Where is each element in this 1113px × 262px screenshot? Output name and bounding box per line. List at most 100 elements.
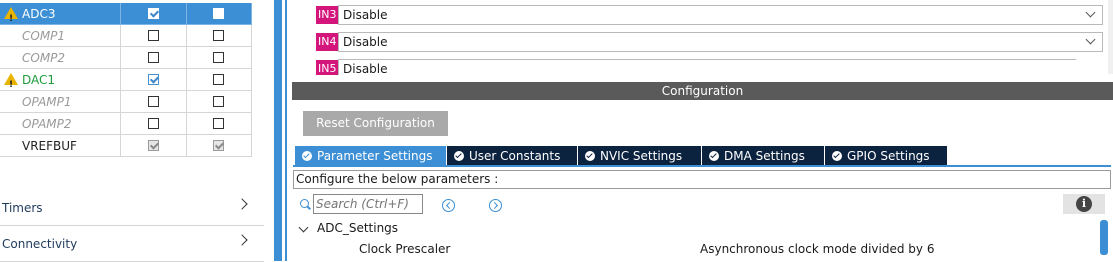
peripheral-panel: ADC3 COMP1 COMP2 DAC1 OPAMP1 OPAM [0,0,264,262]
previous-match-icon[interactable] [442,199,455,212]
check-circle-icon [585,151,595,161]
configuration-header: Configuration [292,82,1113,100]
checkbox[interactable] [147,117,159,129]
chevron-right-icon [236,234,248,246]
checkbox[interactable] [213,29,224,41]
mode-checkbox-cell[interactable] [121,47,187,69]
next-match-icon[interactable] [489,199,502,212]
param-name: Clock Prescaler [359,242,451,256]
select-value: Disable [343,35,388,49]
check-circle-icon [832,151,842,161]
peripheral-name-cell[interactable]: OPAMP1 [0,91,121,113]
category-label: Timers [2,201,43,215]
config-checkbox-cell [187,135,252,157]
mode-checkbox-cell[interactable] [121,91,187,113]
tab-gpio-settings[interactable]: GPIO Settings [825,146,948,166]
section-label: ADC_Settings [317,221,399,235]
reset-configuration-button[interactable]: Reset Configuration [303,111,448,136]
peripheral-label: OPAMP1 [22,95,72,109]
config-checkbox-cell[interactable] [187,69,252,91]
checkbox [147,139,159,151]
checkbox[interactable] [147,29,159,41]
search-input[interactable] [314,195,424,213]
search-icon [300,199,309,208]
tab-nvic-settings[interactable]: NVIC Settings [578,146,702,166]
mode-checkbox-cell[interactable] [121,69,187,91]
peripheral-name-cell[interactable]: COMP1 [0,25,121,47]
select-value: Disable [343,8,388,22]
tab-label: NVIC Settings [600,149,683,163]
peripheral-name-cell[interactable]: OPAMP2 [0,113,121,135]
mode-checkbox-cell [121,135,187,157]
peripheral-name-cell[interactable]: DAC1 [0,69,121,96]
peripheral-row-vrefbuf[interactable]: VREFBUF [0,135,264,157]
tab-label: GPIO Settings [847,149,930,163]
tab-dma-settings[interactable]: DMA Settings [702,146,825,166]
param-value[interactable]: Asynchronous clock mode divided by 6 [700,242,934,256]
mode-scrollbar[interactable] [1108,0,1113,74]
mode-checkbox-cell[interactable] [121,3,187,25]
peripheral-name-cell[interactable]: COMP2 [0,47,121,69]
peripheral-label: OPAMP2 [22,117,72,131]
checkbox[interactable] [213,51,224,63]
category-connectivity[interactable]: Connectivity [0,228,264,262]
panel-divider [285,0,287,261]
channel-badge: IN5 [316,60,339,75]
peripheral-name-cell[interactable]: VREFBUF [0,135,121,157]
peripheral-row-opamp1[interactable]: OPAMP1 [0,91,264,113]
checkbox[interactable] [213,117,224,129]
peripheral-label: VREFBUF [22,139,77,153]
peripheral-label: ADC3 [22,7,56,21]
info-button[interactable]: i [1063,194,1105,214]
peripheral-row-comp2[interactable]: COMP2 [0,47,264,69]
config-scrollbar[interactable] [1100,220,1108,255]
config-checkbox-cell[interactable] [187,113,252,135]
input-row-in3: IN3 Disable [316,5,1103,25]
peripheral-label: DAC1 [22,73,56,87]
input-row-in4: IN4 Disable [316,32,1103,52]
channel-select[interactable]: Disable [338,32,1103,52]
parameters-description: Configure the below parameters : [293,170,1111,189]
checkbox[interactable] [147,95,159,107]
panel-splitter[interactable] [274,0,282,261]
config-checkbox-cell[interactable] [187,47,252,69]
peripheral-row-adc3[interactable]: ADC3 [0,3,264,30]
category-timers[interactable]: Timers [0,192,264,226]
check-circle-icon [302,151,312,161]
checkbox[interactable] [147,73,159,85]
warning-icon [4,73,18,96]
category-label: Connectivity [2,237,78,251]
checkbox[interactable] [147,51,159,63]
tab-underline [293,165,1111,167]
peripheral-name-cell[interactable]: ADC3 [0,3,121,30]
chevron-down-icon [1085,7,1096,18]
peripheral-label: COMP1 [22,29,66,43]
config-checkbox-cell[interactable] [187,25,252,47]
check-circle-icon [454,151,464,161]
peripheral-label: COMP2 [22,51,66,65]
config-checkbox-cell[interactable] [187,3,252,25]
select-value: Disable [343,62,388,75]
search-field[interactable] [313,194,424,214]
peripheral-row-opamp2[interactable]: OPAMP2 [0,113,264,135]
channel-select[interactable]: Disable [338,5,1103,25]
mode-checkbox-cell[interactable] [121,113,187,135]
checkbox[interactable] [213,7,224,19]
peripheral-row-dac1[interactable]: DAC1 [0,69,264,96]
checkbox[interactable] [213,95,224,107]
info-icon: i [1076,196,1092,212]
tab-parameter-settings[interactable]: Parameter Settings [295,146,447,166]
mode-checkbox-cell[interactable] [121,25,187,47]
peripheral-row-comp1[interactable]: COMP1 [0,25,264,47]
warning-icon [4,7,18,30]
checkbox [213,139,224,151]
tab-user-constants[interactable]: User Constants [447,146,578,166]
tab-label: User Constants [469,149,561,163]
channel-select[interactable]: Disable [338,59,1076,75]
checkbox[interactable] [213,73,224,85]
tab-label: DMA Settings [724,149,805,163]
checkbox[interactable] [147,7,159,19]
channel-badge: IN4 [316,33,339,51]
config-checkbox-cell[interactable] [187,91,252,113]
chevron-down-icon [1085,34,1096,45]
